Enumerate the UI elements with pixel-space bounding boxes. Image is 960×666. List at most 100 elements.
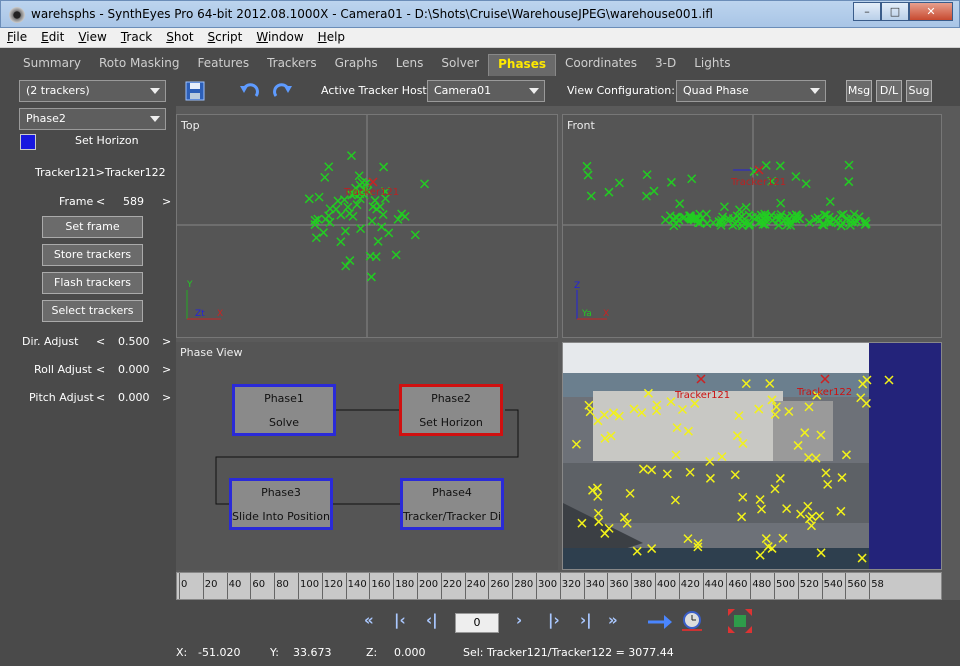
tracker-marker[interactable] [741, 202, 751, 212]
tracker-marker[interactable] [669, 221, 679, 231]
tracker-marker[interactable] [320, 172, 330, 182]
tracker-marker[interactable] [604, 187, 614, 197]
tab-phases[interactable]: Phases [488, 54, 556, 76]
tracker-marker[interactable] [310, 215, 320, 225]
tracker-marker[interactable] [400, 211, 410, 222]
tracker-marker[interactable] [311, 233, 321, 243]
roll-adjust-value[interactable]: 0.000 [118, 363, 150, 376]
pitch-adjust-decrement[interactable]: < [96, 391, 105, 404]
tracker-marker[interactable] [341, 261, 351, 271]
tracker-marker[interactable] [410, 230, 420, 240]
menu-script[interactable]: Script [201, 28, 250, 47]
tracker-marker[interactable] [642, 170, 652, 180]
tracker-marker[interactable] [666, 177, 676, 187]
top-viewport[interactable]: Top Y Zt X Tracker121 [176, 114, 558, 338]
tracker-marker[interactable] [791, 171, 801, 182]
menu-shot[interactable]: Shot [159, 28, 200, 47]
tracker-marker[interactable] [343, 202, 353, 212]
tracker-marker[interactable] [314, 192, 324, 202]
frame-decrement[interactable]: < [96, 195, 105, 208]
menu-file[interactable]: File [0, 28, 34, 47]
tracker-marker[interactable] [373, 236, 383, 246]
phase-view[interactable]: Phase View Phase1 Solve Phase2 Set Horiz… [176, 342, 558, 570]
dir-adjust-increment[interactable]: > [162, 335, 171, 348]
go-start-icon[interactable]: |‹ [394, 611, 406, 629]
tracker-marker[interactable] [687, 174, 697, 184]
tracker-marker[interactable] [324, 162, 334, 172]
tracker-marker[interactable] [318, 228, 329, 238]
tracker-marker[interactable] [367, 216, 377, 226]
tracker-marker[interactable] [844, 160, 854, 170]
tab-graphs[interactable]: Graphs [326, 54, 387, 76]
tab-roto-masking[interactable]: Roto Masking [90, 54, 188, 76]
tracker-marker[interactable] [844, 177, 854, 187]
tracker-select[interactable]: (2 trackers) [19, 80, 166, 102]
timeline-bar[interactable]: 0 20 40 60 80 100 120 140 160 180 200 220 240 260 280 3… [176, 572, 942, 600]
phase-color-swatch[interactable] [20, 134, 36, 150]
tracker-marker[interactable] [801, 179, 811, 189]
redo-icon[interactable] [270, 80, 294, 102]
tracker-marker[interactable] [884, 375, 894, 385]
pitch-adjust-value[interactable]: 0.000 [118, 391, 150, 404]
tracker-marker[interactable] [665, 211, 675, 221]
menu-help[interactable]: Help [311, 28, 352, 47]
camera-viewport[interactable]: Tracker121 Tracker122 [562, 342, 942, 570]
tracker-marker[interactable] [325, 204, 335, 214]
roll-adjust-decrement[interactable]: < [96, 363, 105, 376]
tab-3d[interactable]: 3-D [646, 54, 685, 76]
save-icon[interactable] [184, 80, 206, 102]
msg-button[interactable]: Msg [846, 80, 872, 102]
go-end-icon[interactable]: ›| [580, 611, 592, 629]
play-forward-icon[interactable]: › [516, 611, 522, 629]
tracker-marker[interactable] [420, 179, 430, 189]
tracker-marker[interactable] [761, 160, 771, 170]
view-config-select[interactable]: Quad Phase [676, 80, 826, 102]
tracker-marker[interactable] [377, 222, 387, 232]
tracker-marker[interactable] [641, 191, 652, 201]
tracker-marker[interactable] [346, 151, 357, 161]
step-forward-icon[interactable]: |› [548, 611, 560, 629]
tracker-marker[interactable] [372, 204, 382, 214]
tracker-marker[interactable] [345, 256, 355, 266]
tracker-marker[interactable] [586, 191, 596, 201]
maximize-button[interactable]: □ [881, 2, 909, 21]
roll-adjust-increment[interactable]: > [162, 363, 171, 376]
tracker-marker[interactable] [825, 197, 835, 207]
menu-view[interactable]: View [71, 28, 113, 47]
tracker-marker[interactable] [348, 211, 358, 221]
tracker-marker[interactable] [702, 219, 712, 229]
tracker-marker[interactable] [719, 202, 729, 212]
tab-summary[interactable]: Summary [14, 54, 90, 76]
tracker-marker[interactable] [378, 210, 388, 220]
frame-number-box[interactable]: 0 [455, 613, 499, 633]
tracker-marker[interactable] [583, 170, 593, 180]
tracker-marker[interactable] [366, 272, 376, 282]
phase-node-3[interactable]: Phase3 Slide Into Position [229, 478, 333, 530]
select-trackers-button[interactable]: Select trackers [42, 300, 143, 322]
tracker-marker[interactable] [336, 237, 346, 247]
menu-track[interactable]: Track [114, 28, 159, 47]
tracker-marker[interactable] [582, 161, 592, 171]
front-viewport[interactable]: Front Z Ya X Tracker121 [562, 114, 942, 338]
flash-trackers-button[interactable]: Flash trackers [42, 272, 143, 294]
minimize-button[interactable]: – [853, 2, 881, 21]
tracker-marker[interactable] [379, 162, 389, 172]
tab-solver[interactable]: Solver [432, 54, 488, 76]
selected-tracker-marker[interactable] [368, 177, 378, 187]
close-button[interactable]: ✕ [909, 2, 953, 21]
tracker-marker[interactable] [675, 199, 685, 209]
tab-lights[interactable]: Lights [685, 54, 739, 76]
set-frame-button[interactable]: Set frame [42, 216, 143, 238]
pitch-adjust-increment[interactable]: > [162, 391, 171, 404]
tracker-marker[interactable] [836, 221, 846, 231]
phase-node-4[interactable]: Phase4 Tracker/Tracker Distance [400, 478, 504, 530]
arrow-right-icon[interactable] [646, 612, 674, 635]
fit-view-icon[interactable] [728, 609, 752, 636]
frame-value[interactable]: 589 [123, 195, 144, 208]
tracker-marker[interactable] [371, 252, 381, 262]
step-back-icon[interactable]: ‹| [426, 611, 438, 629]
menu-edit[interactable]: Edit [34, 28, 71, 47]
tracker-marker[interactable] [391, 250, 401, 260]
tracker-marker[interactable] [356, 224, 366, 234]
tab-features[interactable]: Features [188, 54, 258, 76]
